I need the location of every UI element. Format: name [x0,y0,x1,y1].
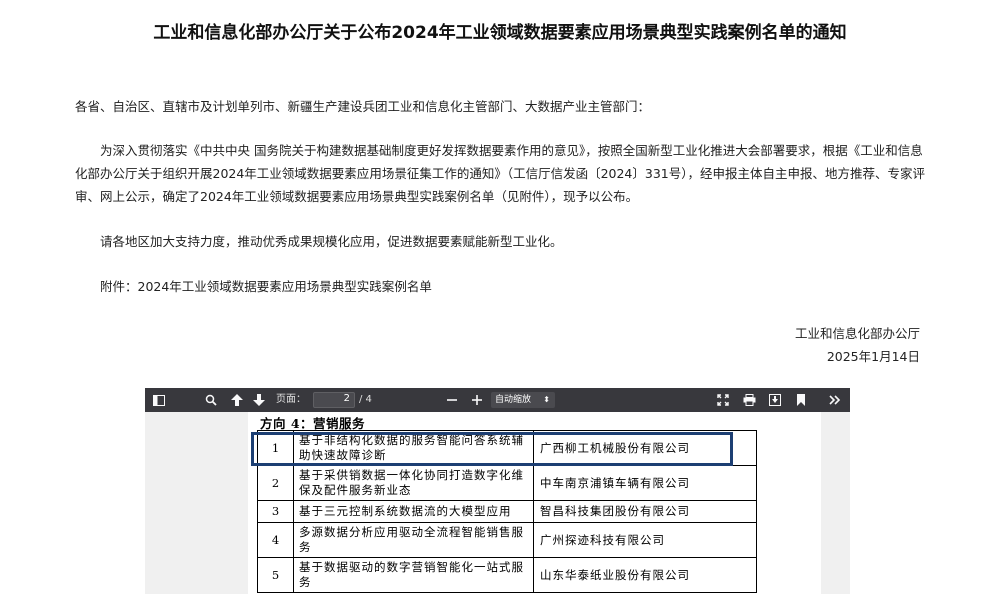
print-icon[interactable] [739,388,759,412]
zoom-out-icon[interactable] [442,388,462,412]
notice-attachment[interactable]: 附件：2024年工业领域数据要素应用场景典型实践案例名单 [75,275,925,298]
table-row: 2 基于采供销数据一体化协同打造数字化维保及配件服务新业态 中车南京浦镇车辆有限… [257,465,757,501]
page-number-input[interactable]: 2 [313,392,355,408]
row-number: 3 [257,500,294,523]
zoom-select[interactable]: 自动缩放 ⬍ [491,392,555,408]
more-tools-icon[interactable] [825,388,845,412]
table-row: 5 基于数据驱动的数字营销智能化一站式服务 山东华泰纸业股份有限公司 [257,557,757,593]
page-total: / 4 [359,394,372,405]
search-icon[interactable] [201,388,221,412]
download-icon[interactable] [765,388,785,412]
pdf-page: 方向 4：营销服务 1 基于非结构化数据的服务智能问答系统辅助快速故障诊断 广西… [248,412,821,594]
row-number: 2 [257,465,294,501]
chevron-updown-icon: ⬍ [543,395,550,404]
zoom-select-value: 自动缩放 [495,395,532,405]
pdf-toolbar: 页面： 2 / 4 自动缩放 ⬍ [145,388,850,412]
sidebar-toggle-icon[interactable] [149,388,169,412]
case-name: 基于三元控制系统数据流的大模型应用 [293,500,534,523]
case-name: 多源数据分析应用驱动全流程智能销售服务 [293,522,534,558]
case-name: 基于采供销数据一体化协同打造数字化维保及配件服务新业态 [293,465,534,501]
page-label: 页面： [276,394,306,405]
case-name: 基于数据驱动的数字营销智能化一站式服务 [293,557,534,593]
previous-page-icon[interactable] [227,388,247,412]
notice-salutation: 各省、自治区、直辖市及计划单列市、新疆生产建设兵团工业和信息化主管部门、大数据产… [75,99,651,114]
notice-request: 请各地区加大支持力度，推动优秀成果规模化应用，促进数据要素赋能新型工业化。 [100,234,563,249]
row-number: 4 [257,522,294,558]
table-row: 4 多源数据分析应用驱动全流程智能销售服务 广州探迹科技有限公司 [257,522,757,558]
notice-body: 为深入贯彻落实《中共中央 国务院关于构建数据基础制度更好发挥数据要素作用的意见》… [75,143,925,204]
table-row: 3 基于三元控制系统数据流的大模型应用 智昌科技集团股份有限公司 [257,500,757,523]
case-organization: 广州探迹科技有限公司 [533,522,757,558]
notice-title: 工业和信息化部办公厅关于公布2024年工业领域数据要素应用场景典型实践案例名单的… [153,23,847,43]
case-organization: 智昌科技集团股份有限公司 [533,500,757,523]
next-page-icon[interactable] [249,388,269,412]
bookmark-icon[interactable] [791,388,811,412]
case-organization: 中车南京浦镇车辆有限公司 [533,465,757,501]
presentation-mode-icon[interactable] [713,388,733,412]
signature-date: 2025年1月14日 [826,349,920,364]
case-organization: 山东华泰纸业股份有限公司 [533,557,757,593]
zoom-in-icon[interactable] [467,388,487,412]
row-highlight-box [251,432,733,466]
pdf-viewer: 页面： 2 / 4 自动缩放 ⬍ 方向 4：营销服务 1 基于非结构化数据的服务… [145,388,850,594]
row-number: 5 [257,557,294,593]
signature-org: 工业和信息化部办公厅 [794,326,920,341]
